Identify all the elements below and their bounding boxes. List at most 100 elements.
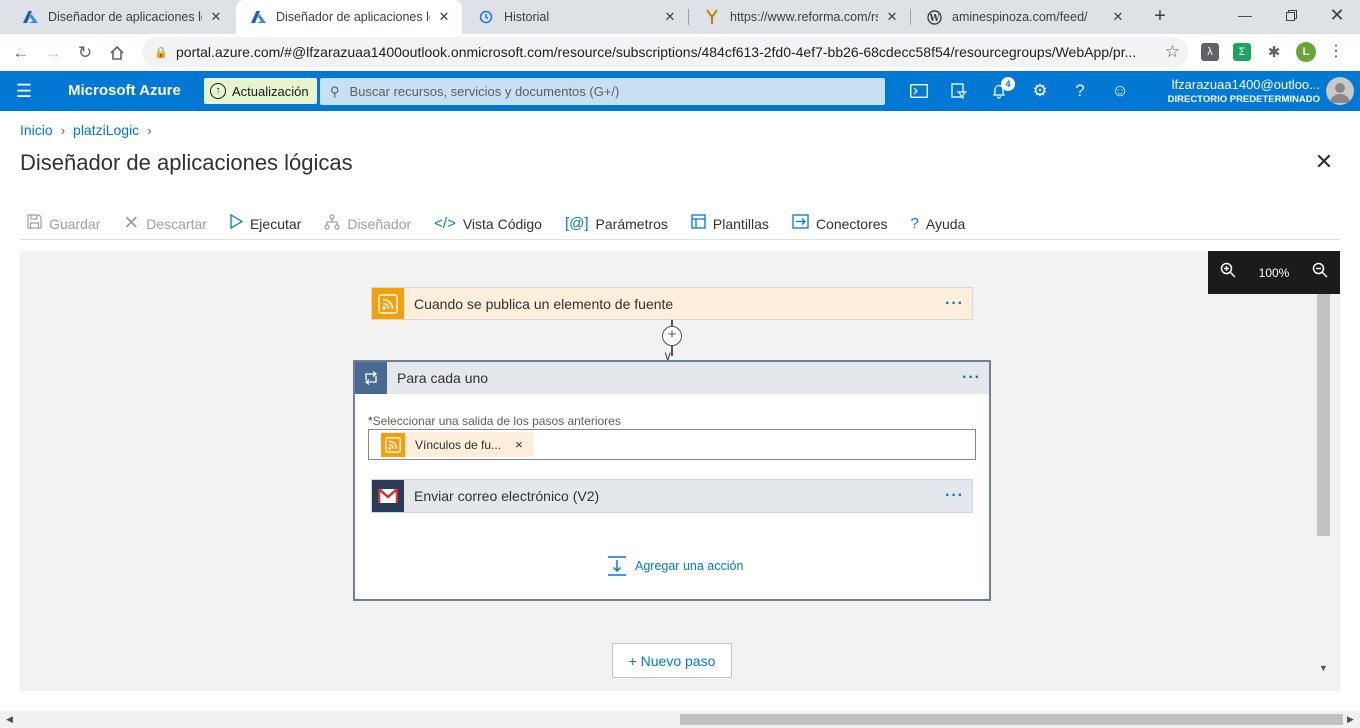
close-window-icon[interactable]: ✕	[1314, 0, 1360, 30]
close-blade-icon[interactable]: ✕	[1313, 151, 1335, 173]
browser-tab-active[interactable]: Diseñador de aplicaciones lógicas ✕	[236, 0, 462, 34]
action-title: Enviar correo electrónico (V2)	[414, 488, 600, 504]
zoom-in-icon[interactable]	[1220, 262, 1236, 283]
new-step-button[interactable]: + Nuevo paso	[612, 643, 732, 678]
foreach-container[interactable]: Para cada uno ··· *Seleccionar una salid…	[353, 360, 991, 601]
bookmark-star-icon[interactable]: ☆	[1165, 42, 1180, 62]
zoom-level: 100%	[1258, 265, 1290, 280]
reload-icon[interactable]: ↻	[72, 40, 98, 66]
dynamic-content-token[interactable]: Vínculos de fu... ×	[381, 432, 533, 457]
home-icon[interactable]	[104, 40, 130, 66]
send-email-action-card[interactable]: Enviar correo electrónico (V2) ···	[371, 479, 973, 513]
azure-brand[interactable]: Microsoft Azure	[68, 82, 181, 99]
parameters-icon: [@]	[564, 215, 589, 232]
notifications-badge: 4	[1001, 77, 1015, 91]
trigger-more-options-icon[interactable]: ···	[945, 295, 964, 313]
canvas-vertical-scrollbar[interactable]	[1317, 294, 1330, 536]
gmail-icon	[372, 480, 404, 512]
upgrade-arrow-icon: ↑	[210, 83, 226, 99]
close-tab-icon[interactable]: ✕	[208, 9, 224, 25]
loop-icon	[355, 362, 387, 394]
chevron-right-icon: ›	[60, 122, 66, 138]
close-tab-icon[interactable]: ✕	[1110, 9, 1126, 25]
wordpress-icon: W	[926, 9, 942, 25]
user-account[interactable]: lfzarazuaa1400@outloo... DIRECTORIO PRED…	[1168, 77, 1320, 105]
new-tab-button[interactable]: +	[1148, 5, 1172, 29]
help-button[interactable]: ? Ayuda	[904, 210, 966, 238]
breadcrumb-home[interactable]: Inicio	[20, 122, 53, 138]
discard-icon: ✕	[123, 213, 140, 234]
foreach-field-label: *Seleccionar una salida de los pasos ant…	[368, 414, 621, 428]
templates-button[interactable]: Plantillas	[684, 210, 769, 238]
insert-step-plus-icon[interactable]: +	[662, 326, 682, 346]
url-text: portal.azure.com/#@lfzarazuaa1400outlook…	[176, 44, 1137, 60]
browser-tab[interactable]: Diseñador de aplicaciones lógicas ✕	[8, 0, 234, 34]
foreach-header[interactable]: Para cada uno ···	[355, 362, 989, 394]
breadcrumb: Inicio › platziLogic ›	[20, 122, 160, 138]
zoom-out-icon[interactable]	[1312, 262, 1328, 283]
hamburger-menu-icon[interactable]: ☰	[12, 81, 36, 101]
remove-token-icon[interactable]: ×	[515, 437, 523, 452]
parameters-button[interactable]: [@] Parámetros	[558, 210, 668, 238]
designer-canvas[interactable]: 100% ▼ Cuando se publica un elemento de …	[20, 251, 1340, 691]
help-question-icon[interactable]: ?	[1068, 80, 1092, 102]
restore-icon[interactable]	[1268, 0, 1314, 30]
lambda-extension-icon[interactable]: λ	[1201, 43, 1219, 61]
scroll-right-arrow-icon[interactable]: ▶	[1347, 714, 1354, 725]
azure-icon	[250, 9, 266, 25]
foreach-title: Para cada uno	[397, 370, 489, 386]
add-action-link[interactable]: Agregar una acción	[607, 556, 743, 576]
tab-separator	[910, 9, 911, 25]
browser-toolbar: ← → ↻ 🔒 portal.azure.com/#@lfzarazuaa140…	[0, 34, 1360, 71]
minimize-icon[interactable]: —	[1222, 0, 1268, 30]
horizontal-scrollbar[interactable]: ◀ ▶	[0, 711, 1360, 728]
action-more-options-icon[interactable]: ···	[945, 487, 964, 505]
close-tab-icon[interactable]: ✕	[436, 9, 452, 25]
foreach-more-options-icon[interactable]: ···	[962, 369, 981, 387]
browser-tab[interactable]: W aminespinoza.com/feed/ ✕	[912, 0, 1136, 34]
settings-gear-icon[interactable]: ⚙	[1028, 80, 1052, 102]
command-bar: Guardar ✕ Descartar Ejecutar Diseñador <…	[20, 208, 1340, 240]
run-button[interactable]: Ejecutar	[223, 210, 301, 238]
tab-separator	[688, 9, 689, 25]
browser-menu-icon[interactable]: ⋮	[1328, 41, 1344, 63]
connectors-icon	[792, 214, 809, 233]
close-tab-icon[interactable]: ✕	[884, 9, 900, 25]
extensions-puzzle-icon[interactable]: ✱	[1265, 43, 1283, 61]
upgrade-button[interactable]: ↑ Actualización	[204, 78, 317, 104]
save-icon	[27, 214, 42, 233]
save-button[interactable]: Guardar	[20, 210, 100, 238]
connectors-button[interactable]: Conectores	[785, 210, 888, 238]
chevron-right-icon: ›	[147, 122, 152, 138]
horizontal-scroll-thumb[interactable]	[680, 714, 1343, 725]
run-icon	[230, 213, 244, 233]
browser-tab[interactable]: Historial ✕	[464, 0, 688, 34]
directory-filter-icon[interactable]	[947, 80, 971, 102]
address-bar[interactable]: 🔒 portal.azure.com/#@lfzarazuaa1400outlo…	[142, 37, 1188, 67]
designer-icon	[324, 213, 340, 234]
azure-top-bar: ☰ Microsoft Azure ↑ Actualización ⚲ Busc…	[0, 71, 1360, 111]
lock-icon: 🔒	[154, 46, 168, 59]
user-avatar[interactable]	[1326, 77, 1354, 105]
designer-button[interactable]: Diseñador	[317, 210, 411, 238]
profile-avatar[interactable]: L	[1296, 42, 1316, 62]
breadcrumb-resource[interactable]: platziLogic	[73, 122, 139, 138]
scroll-left-arrow-icon[interactable]: ◀	[6, 714, 13, 725]
trigger-card[interactable]: Cuando se publica un elemento de fuente …	[371, 287, 973, 320]
foreach-output-field[interactable]: Vínculos de fu... ×	[368, 429, 976, 460]
browser-tab[interactable]: https://www.reforma.com/rss/ ✕	[690, 0, 910, 34]
forward-icon[interactable]: →	[40, 40, 66, 66]
close-tab-icon[interactable]: ✕	[662, 9, 678, 25]
back-icon[interactable]: ←	[8, 40, 34, 66]
global-search-input[interactable]: ⚲ Buscar recursos, servicios y documento…	[320, 78, 885, 105]
code-icon: </>	[434, 215, 456, 232]
sigma-extension-icon[interactable]: Σ	[1233, 43, 1251, 61]
feedback-smiley-icon[interactable]: ☺	[1108, 80, 1132, 102]
scroll-down-arrow-icon[interactable]: ▼	[1319, 663, 1328, 673]
cloud-shell-icon[interactable]	[907, 80, 931, 102]
reforma-icon	[704, 9, 720, 25]
browser-tab-strip: Diseñador de aplicaciones lógicas ✕ Dise…	[0, 0, 1360, 34]
rss-icon	[381, 432, 405, 457]
discard-button[interactable]: ✕ Descartar	[116, 210, 207, 238]
code-view-button[interactable]: </> Vista Código	[427, 210, 542, 238]
